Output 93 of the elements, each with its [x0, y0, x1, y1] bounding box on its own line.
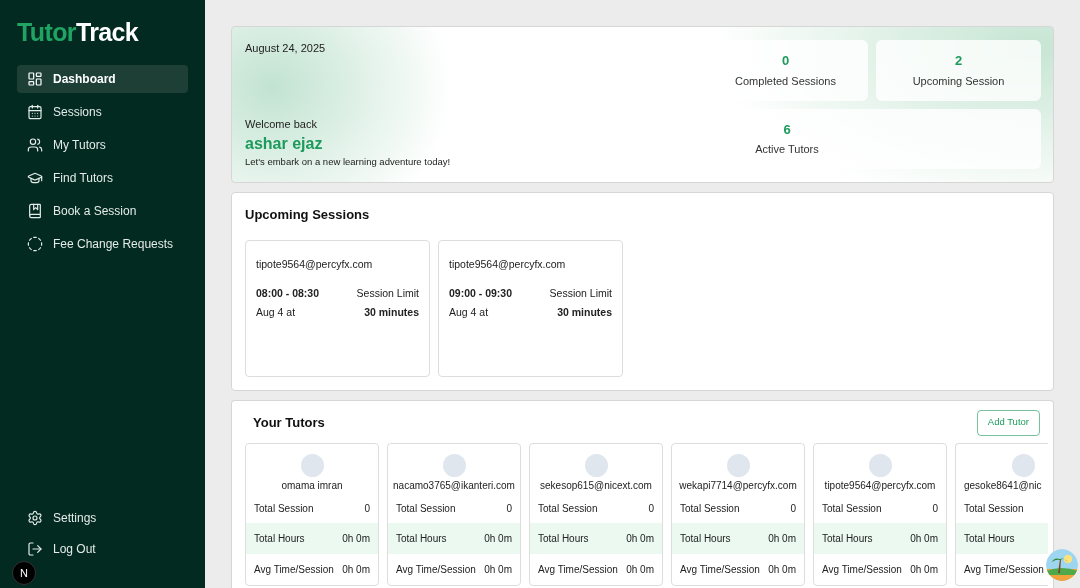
stat-value: 6 [783, 120, 791, 139]
stat-label: Total Hours [680, 532, 731, 546]
tutor-name: wekapi7714@percyfx.com [679, 479, 797, 493]
date-text: August 24, 2025 [245, 41, 326, 56]
session-card[interactable]: tipote9564@percyfx.com 09:00 - 09:30 Session Limit Aug 4 at 30 minutes [438, 239, 623, 377]
session-date: Aug 4 at [256, 305, 296, 320]
section-title: Upcoming Sessions [245, 206, 370, 224]
graduation-cap-icon [27, 170, 43, 186]
tutor-name: tipote9564@percyfx.com [824, 479, 936, 493]
stat-label: Total Session [822, 501, 882, 516]
tutor-card[interactable]: sekesop615@nicext.com Total Session 0 Total Hours 0h 0m Avg Time/Session 0h 0m [529, 443, 663, 586]
sidebar-item[interactable]: Log Out [17, 540, 188, 558]
stat-label: Total Session [680, 501, 740, 516]
stat-label: Completed Sessions [735, 73, 836, 89]
stat-label: Total Session [964, 501, 1024, 516]
sidebar-item[interactable]: Sessions [17, 98, 188, 126]
stat-label: Avg Time/Session [396, 563, 476, 577]
tutor-card[interactable]: gesoke8641@nic Total Session Total Hours Avg Time/Session [955, 443, 1048, 586]
add-tutor-button[interactable]: Add Tutor [976, 409, 1040, 436]
tutor-card[interactable]: tipote9564@percyfx.com Total Session 0 Total Hours 0h 0m Avg Time/Session 0h 0m [813, 443, 947, 586]
sidebar-item[interactable]: Fee Change Requests [17, 230, 188, 258]
sidebar-item[interactable]: Book a Session [17, 197, 188, 225]
avatar [726, 454, 750, 477]
stat-value: 0h 0m [342, 532, 370, 546]
book-icon [27, 203, 43, 219]
logout-icon [27, 541, 43, 557]
stat-value: 0 [790, 501, 796, 516]
stat-value: 0h 0m [484, 563, 512, 577]
stat-label: Total Session [254, 501, 314, 516]
avatar [1012, 454, 1035, 477]
stat-label: Upcoming Session [912, 73, 1005, 89]
users-icon [27, 137, 43, 153]
session-date: Aug 4 at [449, 305, 489, 320]
session-limit: 30 minutes [364, 305, 419, 320]
session-limit-label: Session Limit [356, 286, 419, 302]
stat-value: 0h 0m [768, 563, 796, 577]
stat-value: 0 [932, 501, 938, 516]
stat-label: Active Tutors [755, 142, 819, 158]
stat-value: 0h 0m [768, 532, 796, 546]
stat-label: Total Hours [396, 532, 447, 546]
brand-logo: TutorTrack [17, 20, 139, 45]
avatar [868, 454, 892, 477]
settings-icon [27, 510, 43, 526]
calendar-icon [27, 104, 43, 120]
section-title: Your Tutors [253, 413, 325, 432]
stat-value: 0h 0m [484, 532, 512, 546]
stat-label: Avg Time/Session [964, 563, 1044, 577]
session-limit-label: Session Limit [549, 286, 612, 302]
stat-value: 0h 0m [910, 563, 938, 577]
user-name: ashar ejaz [245, 133, 323, 154]
stat-label: Total Session [396, 501, 456, 516]
sidebar-item[interactable]: My Tutors [17, 131, 188, 159]
tutor-card[interactable]: omama imran Total Session 0 Total Hours 0h 0m Avg Time/Session 0h 0m [245, 443, 379, 586]
session-time: 09:00 - 09:30 [449, 286, 513, 302]
tutor-name: sekesop615@nicext.com [540, 479, 652, 493]
welcome-text: Welcome back [245, 117, 317, 133]
stat-label: Total Hours [822, 532, 873, 546]
stat-value: 0h 0m [342, 563, 370, 577]
tutor-card[interactable]: nacamo3765@ikanteri.com Total Session 0 Total Hours 0h 0m Avg Time/Session 0h 0m [387, 443, 521, 586]
stat-value: 0h 0m [626, 563, 654, 577]
session-email: tipote9564@percyfx.com [449, 256, 566, 272]
sidebar-item[interactable]: Find Tutors [17, 164, 188, 192]
stat-value: 0 [364, 501, 370, 516]
tutor-name: nacamo3765@ikanteri.com [393, 479, 515, 493]
tagline-text: Let's embark on a new learning adventure today! [245, 154, 451, 169]
stat-label: Avg Time/Session [538, 563, 618, 577]
tutor-name: gesoke8641@nic [963, 479, 1042, 493]
stat-value: 0h 0m [910, 532, 938, 546]
stat-label: Total Hours [538, 532, 589, 546]
stat-label: Avg Time/Session [254, 563, 334, 577]
tutor-card[interactable]: wekapi7714@percyfx.com Total Session 0 Total Hours 0h 0m Avg Time/Session 0h 0m [671, 443, 805, 586]
avatar [584, 454, 608, 477]
session-email: tipote9564@percyfx.com [256, 256, 373, 272]
stat-label: Total Hours [254, 532, 305, 546]
sidebar-item[interactable]: Settings [17, 509, 188, 527]
stat-value: 0 [648, 501, 654, 516]
dashboard-icon [27, 71, 43, 87]
session-card[interactable]: tipote9564@percyfx.com 08:00 - 08:30 Session Limit Aug 4 at 30 minutes [245, 239, 430, 377]
stat-label: Avg Time/Session [680, 563, 760, 577]
session-time: 08:00 - 08:30 [256, 286, 320, 302]
session-limit: 30 minutes [557, 305, 612, 320]
stat-label: Avg Time/Session [822, 563, 902, 577]
stat-label: Total Session [538, 501, 598, 516]
sidebar-item[interactable]: Dashboard [17, 65, 188, 93]
tutor-name: omama imran [281, 479, 343, 493]
stat-label: Total Hours [964, 532, 1015, 546]
avatar [300, 454, 324, 477]
dashed-circle-icon [27, 236, 43, 252]
stat-value: 0 [506, 501, 512, 516]
stat-value: 0 [781, 52, 790, 71]
avatar [442, 454, 466, 477]
stat-value: 0h 0m [626, 532, 654, 546]
stat-value: 2 [954, 52, 963, 71]
